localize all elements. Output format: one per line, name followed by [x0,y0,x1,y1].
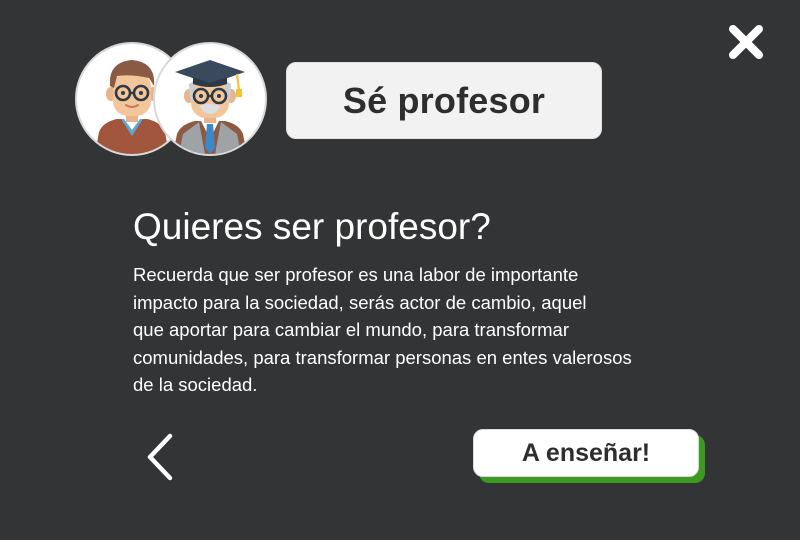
title-badge-label: Sé profesor [342,79,546,121]
chevron-left-icon [147,433,173,481]
professor-avatar [153,42,267,156]
dialog-heading: Quieres ser profesor? [133,206,491,247]
start-teaching-button-label: A enseñar! [521,438,651,467]
close-icon [729,25,763,59]
title-badge: Sé profesor [286,62,602,139]
dialog-body-text: Recuerda que ser profesor es una labor d… [133,264,632,396]
start-teaching-button[interactable]: A enseñar! [473,429,699,477]
professor-avatar-icon [173,60,247,154]
back-button[interactable] [140,430,184,484]
close-button[interactable] [726,22,766,62]
